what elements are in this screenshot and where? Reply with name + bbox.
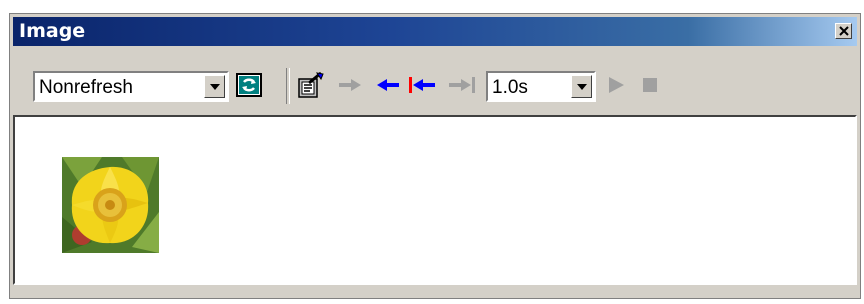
image-content-area[interactable]: [13, 115, 857, 285]
properties-button[interactable]: [296, 70, 326, 100]
title-bar[interactable]: Image: [13, 17, 857, 46]
yellow-flower-image: [62, 157, 159, 253]
first-frame-button[interactable]: [407, 70, 437, 100]
back-button[interactable]: [373, 70, 403, 100]
interval-select-value: 1.0s: [492, 77, 528, 98]
close-button[interactable]: [835, 23, 852, 39]
chevron-down-icon: [209, 83, 220, 90]
play-button[interactable]: [601, 70, 631, 100]
first-frame-icon: [409, 77, 435, 93]
chevron-down-icon: [576, 83, 587, 90]
stop-button[interactable]: [635, 70, 665, 100]
close-icon: [838, 26, 849, 36]
refresh-button[interactable]: [234, 70, 264, 100]
window-title: Image: [19, 20, 86, 42]
play-icon: [609, 77, 624, 93]
last-frame-button[interactable]: [447, 70, 477, 100]
image-window: Image Nonrefresh 1.0s: [9, 13, 861, 299]
flower-thumbnail[interactable]: [62, 157, 159, 253]
stop-icon: [643, 78, 657, 92]
interval-select[interactable]: 1.0s: [486, 71, 596, 102]
arrow-left-icon: [377, 79, 399, 91]
toolbar: Nonrefresh 1.0s: [13, 48, 857, 114]
forward-button[interactable]: [335, 70, 365, 100]
properties-icon: [298, 71, 324, 98]
mode-select[interactable]: Nonrefresh: [33, 71, 229, 102]
refresh-icon: [236, 73, 262, 97]
interval-select-dropdown-button[interactable]: [571, 75, 592, 98]
mode-select-value: Nonrefresh: [39, 77, 133, 98]
toolbar-separator: [286, 68, 290, 104]
mode-select-dropdown-button[interactable]: [204, 75, 225, 98]
arrow-right-icon: [339, 79, 361, 91]
last-frame-icon: [449, 77, 475, 93]
